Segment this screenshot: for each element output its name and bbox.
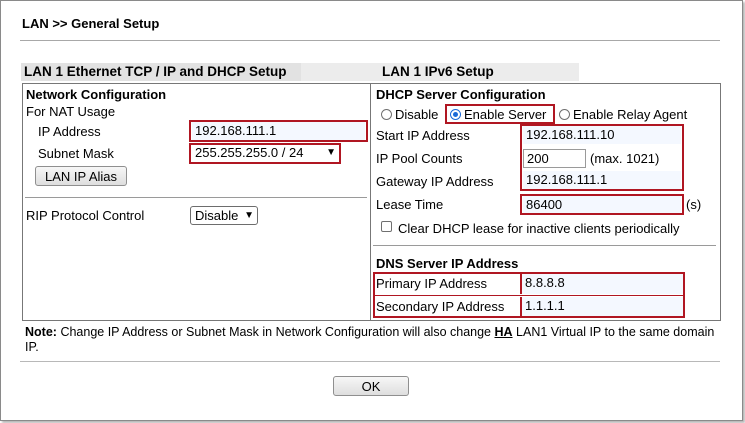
clear-lease-label: Clear DHCP lease for inactive clients pe… — [398, 221, 680, 236]
secondary-dns-label: Secondary IP Address — [376, 299, 505, 314]
rip-protocol-label: RIP Protocol Control — [26, 208, 145, 223]
gateway-ip-input[interactable]: 192.168.111.1 — [523, 171, 681, 189]
ip-address-label: IP Address — [38, 124, 101, 139]
dhcp-divider — [373, 245, 716, 246]
primary-dns-label: Primary IP Address — [376, 276, 488, 291]
chevron-down-icon: ▼ — [326, 147, 336, 158]
note-text-before: Change IP Address or Subnet Mask in Netw… — [60, 325, 491, 339]
note-text: Note: Change IP Address or Subnet Mask i… — [25, 325, 720, 355]
secondary-dns-input[interactable]: 1.1.1.1 — [520, 297, 683, 316]
title-divider — [20, 40, 720, 41]
tab-ipv6-setup[interactable]: LAN 1 IPv6 Setup — [301, 63, 579, 81]
dhcp-enable-server-radio[interactable] — [450, 109, 461, 120]
subnet-mask-select[interactable]: 255.255.255.0 / 24 ▼ — [191, 145, 339, 162]
chevron-down-icon: ▼ — [244, 210, 254, 221]
ip-address-input[interactable]: 192.168.111.1 — [192, 122, 365, 140]
lan-ip-alias-button[interactable]: LAN IP Alias — [35, 166, 127, 186]
note-label: Note: — [25, 325, 57, 339]
lease-time-input[interactable]: 86400 — [523, 196, 681, 213]
subnet-mask-value: 255.255.255.0 / 24 — [195, 145, 304, 160]
dhcp-config-heading: DHCP Server Configuration — [376, 87, 546, 102]
network-divider — [25, 197, 367, 198]
primary-dns-input[interactable]: 8.8.8.8 — [520, 274, 683, 294]
dhcp-disable-label: Disable — [395, 107, 439, 122]
ok-button[interactable]: OK — [333, 376, 409, 396]
lease-time-label: Lease Time — [376, 197, 444, 212]
dhcp-disable-radio[interactable] — [381, 109, 392, 120]
dhcp-relay-agent-radio[interactable] — [559, 109, 570, 120]
subnet-mask-label: Subnet Mask — [38, 146, 114, 161]
ip-pool-max-text: (max. 1021) — [590, 151, 660, 166]
column-divider — [370, 83, 371, 321]
ip-pool-counts-label: IP Pool Counts — [376, 151, 463, 166]
nat-usage-label: For NAT Usage — [26, 104, 116, 119]
rip-protocol-value: Disable — [195, 208, 239, 223]
start-ip-input[interactable]: 192.168.111.10 — [523, 126, 681, 144]
ip-pool-counts-input[interactable]: 200 — [523, 149, 586, 168]
start-ip-label: Start IP Address — [376, 128, 470, 143]
ha-link[interactable]: HA — [494, 325, 512, 339]
rip-protocol-select[interactable]: Disable ▼ — [190, 206, 258, 225]
dns-row-separator — [375, 295, 683, 296]
page-title: LAN >> General Setup — [22, 16, 160, 31]
gateway-ip-label: Gateway IP Address — [376, 174, 494, 189]
network-config-heading: Network Configuration — [26, 87, 167, 102]
lease-time-unit: (s) — [686, 197, 702, 212]
dns-heading: DNS Server IP Address — [376, 256, 519, 271]
footer-divider — [20, 361, 720, 362]
tab-ethernet-tcp-dhcp[interactable]: LAN 1 Ethernet TCP / IP and DHCP Setup — [21, 63, 301, 81]
clear-lease-checkbox[interactable] — [381, 221, 392, 232]
dhcp-enable-server-label: Enable Server — [464, 107, 547, 122]
dhcp-relay-agent-label: Enable Relay Agent — [573, 107, 688, 122]
